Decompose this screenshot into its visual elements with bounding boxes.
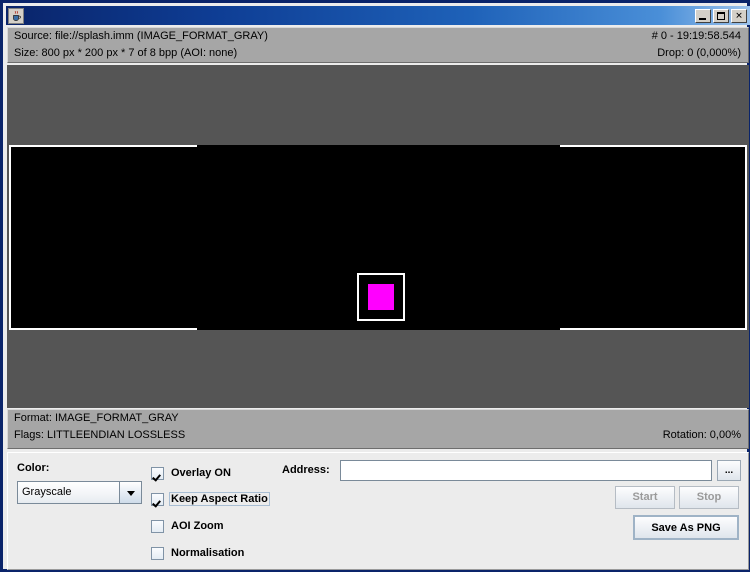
minimize-icon [699,17,706,20]
browse-button[interactable]: ... [717,460,741,481]
checkbox-normalisation[interactable]: Normalisation [151,546,246,560]
maximize-icon [717,11,725,20]
chevron-down-icon[interactable] [119,482,141,503]
format-text: Format: IMAGE_FORMAT_GRAY [14,412,179,424]
image-canvas[interactable] [9,145,747,330]
source-text: Source: file://splash.imm (IMAGE_FORMAT_… [14,30,268,42]
overlay-line-right [745,145,747,330]
address-label: Address: [282,464,330,476]
window-frame: ✕ Source: file://splash.imm (IMAGE_FORMA… [0,0,750,572]
window-controls: ✕ [695,8,747,23]
checkbox-overlay-on-box[interactable] [151,466,164,480]
rotation-text: Rotation: 0,00% [662,429,741,441]
save-as-png-button[interactable]: Save As PNG [633,515,739,540]
checkbox-aoi-zoom-label: AOI Zoom [171,520,224,532]
java-coffee-cup-icon [8,7,24,24]
overlay-line-bottom-right [560,328,747,330]
image-viewport[interactable] [7,65,749,408]
color-mode-select[interactable]: Grayscale [17,481,142,504]
checkbox-aoi-zoom[interactable]: AOI Zoom [151,519,226,533]
close-button[interactable]: ✕ [731,8,747,23]
format-row: Format: IMAGE_FORMAT_GRAY [8,410,748,427]
maximize-button[interactable] [713,8,729,23]
address-input[interactable] [340,460,712,481]
application-window: ✕ Source: file://splash.imm (IMAGE_FORMA… [0,0,750,572]
size-row: Size: 800 px * 200 px * 7 of 8 bpp (AOI:… [8,45,748,62]
overlay-line-top-left [9,145,197,147]
color-label: Color: [17,462,50,474]
flags-row: Flags: LITTLEENDIAN LOSSLESS Rotation: 0… [8,427,748,444]
drop-text: Drop: 0 (0,000%) [657,47,741,59]
frame-counter-text: # 0 - 19:19:58.544 [651,30,741,42]
checkbox-aoi-zoom-box[interactable] [151,519,164,533]
source-row: Source: file://splash.imm (IMAGE_FORMAT_… [8,28,748,45]
overlay-line-bottom-left [9,328,197,330]
overlay-line-top-right [560,145,747,147]
stream-info-panel: Source: file://splash.imm (IMAGE_FORMAT_… [7,27,749,63]
flags-text: Flags: LITTLEENDIAN LOSSLESS [14,429,186,441]
checkbox-normalisation-label: Normalisation [171,547,245,559]
checkbox-keep-aspect-ratio-label: Keep Aspect Ratio [169,492,270,506]
minimize-button[interactable] [695,8,711,23]
close-icon: ✕ [735,10,743,20]
checkbox-normalisation-box[interactable] [151,546,164,560]
checkbox-overlay-on-label: Overlay ON [171,467,231,479]
window-titlebar[interactable]: ✕ [6,6,750,25]
format-info-panel: Format: IMAGE_FORMAT_GRAY Flags: LITTLEE… [7,409,749,449]
start-button[interactable]: Start [615,486,675,509]
checkbox-overlay-on[interactable]: Overlay ON [151,466,233,480]
aoi-marker [368,284,394,310]
stop-button[interactable]: Stop [679,486,739,509]
color-mode-value: Grayscale [18,482,119,503]
overlay-line-left [9,145,11,330]
checkbox-keep-aspect-ratio[interactable]: Keep Aspect Ratio [151,492,270,506]
size-text: Size: 800 px * 200 px * 7 of 8 bpp (AOI:… [14,47,238,59]
checkbox-keep-aspect-ratio-box[interactable] [151,492,164,506]
